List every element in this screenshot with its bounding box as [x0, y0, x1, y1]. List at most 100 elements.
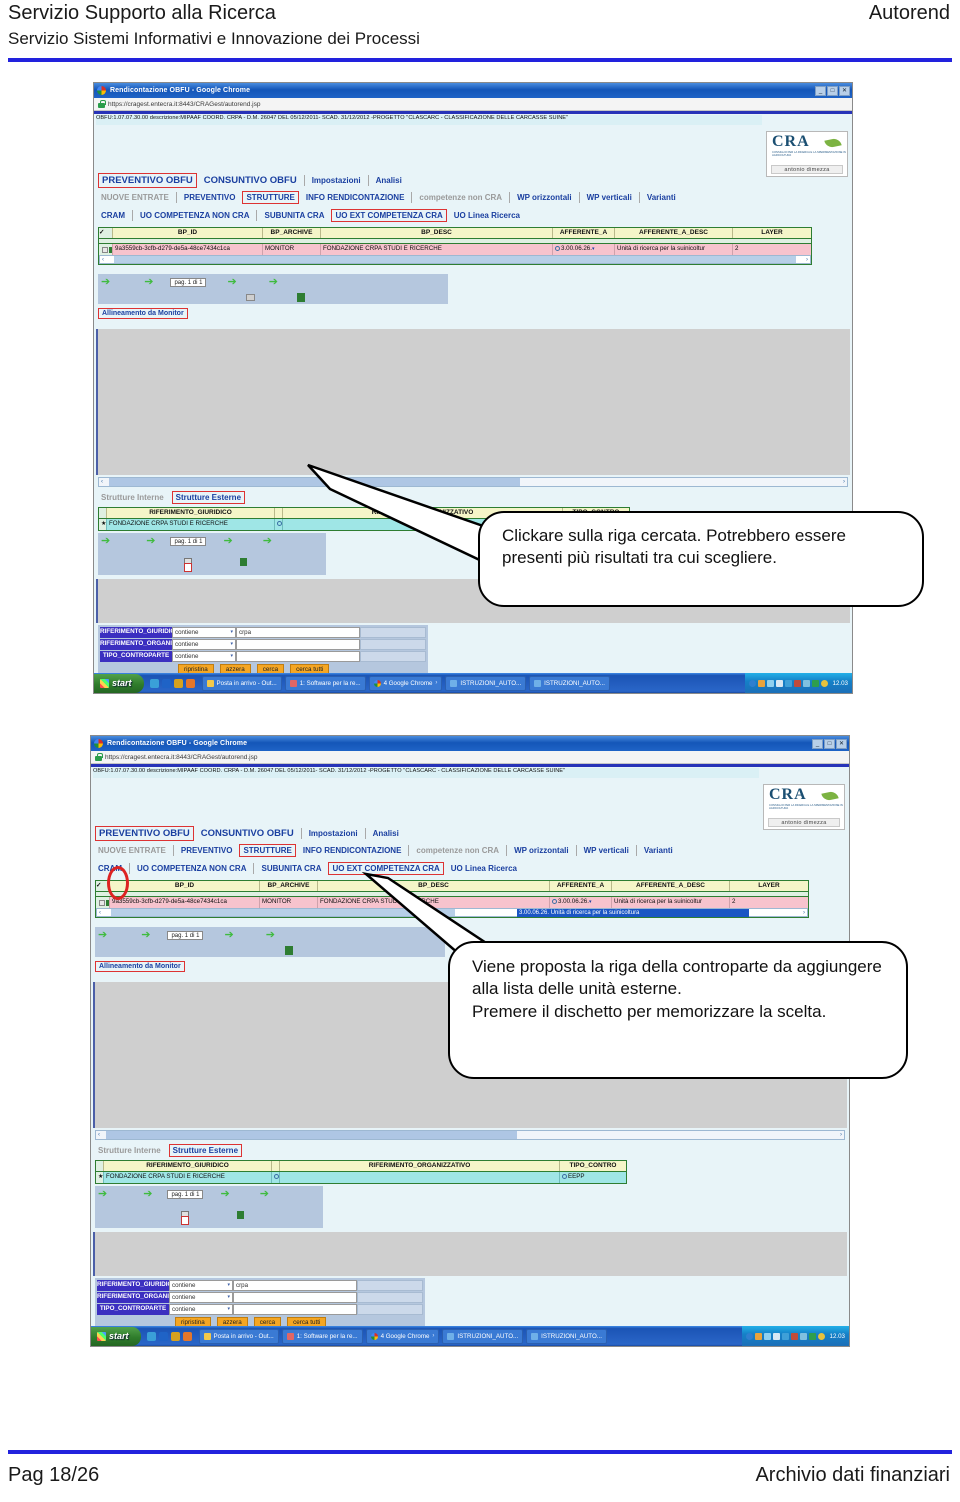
- scroll-right-icon[interactable]: ›: [838, 1132, 844, 1138]
- select-all-checkbox[interactable]: ✓: [99, 228, 113, 238]
- taskbar-clock[interactable]: 12.03: [830, 1333, 845, 1340]
- lens-cell[interactable]: [275, 519, 283, 530]
- scroll-left-icon[interactable]: ‹: [96, 1132, 102, 1138]
- filter-operator-riferimento-giuridico[interactable]: contiene: [169, 1280, 233, 1291]
- tab-subunita-cra[interactable]: SUBUNITA CRA: [258, 863, 324, 874]
- tab-analisi[interactable]: Analisi: [370, 828, 402, 839]
- filter-operator-riferimento-organizzativo[interactable]: contiene: [169, 1292, 233, 1303]
- tab-preventivo[interactable]: PREVENTIVO: [181, 192, 239, 203]
- scroll-right-icon[interactable]: ›: [804, 257, 810, 263]
- taskbar-item-outlook[interactable]: Posta in arrivo - Out...: [198, 1328, 279, 1344]
- pdf-export-icon[interactable]: [181, 1216, 189, 1225]
- scroll-left-icon[interactable]: ‹: [99, 479, 105, 485]
- tab-impostazioni[interactable]: Impostazioni: [306, 828, 361, 839]
- start-button[interactable]: start: [91, 1326, 141, 1346]
- scroll-thumb[interactable]: [106, 1131, 518, 1139]
- filter-value-riferimento-giuridico[interactable]: crpa: [233, 1280, 357, 1291]
- tab-strutture[interactable]: STRUTTURE: [242, 191, 299, 204]
- close-icon[interactable]: ✕: [836, 738, 847, 749]
- next-page-icon[interactable]: ➔: [220, 535, 235, 547]
- tab-wp-orizzontali[interactable]: WP orizzontali: [511, 845, 572, 856]
- tray-update-icon[interactable]: [799, 1332, 807, 1340]
- bp-grid-hscrollbar[interactable]: ‹ ›: [99, 255, 811, 264]
- maximize-icon[interactable]: □: [827, 85, 838, 96]
- prev-page-icon[interactable]: ➔: [141, 276, 156, 288]
- filter-operator-riferimento-organizzativo[interactable]: contiene: [172, 639, 236, 650]
- tray-antivirus-icon[interactable]: [790, 1332, 798, 1340]
- row-checkbox[interactable]: [99, 899, 105, 906]
- taskbar-item-istruzioni-1[interactable]: ISTRUZIONI_AUTO...: [445, 675, 527, 691]
- tray-chevron-icon[interactable]: [748, 679, 756, 687]
- ie-icon[interactable]: [158, 1331, 168, 1341]
- prev-page-icon[interactable]: ➔: [138, 929, 153, 941]
- tray-warning-icon[interactable]: [817, 1332, 825, 1340]
- row-checkbox[interactable]: [102, 246, 108, 253]
- desktop-icon[interactable]: [149, 678, 159, 688]
- last-page-icon[interactable]: ➔: [263, 929, 278, 941]
- taskbar-item-chrome[interactable]: 4 Google Chrome ›: [368, 675, 443, 691]
- browser-address-bar[interactable]: https://cragest.entecra.it:8443/CRAGest/…: [91, 751, 849, 764]
- scroll-right-icon[interactable]: ›: [801, 910, 807, 916]
- tab-competenze-non-cra[interactable]: competenze non CRA: [416, 192, 505, 203]
- tab-strutture-esterne[interactable]: Strutture Esterne: [168, 1144, 243, 1157]
- media-icon[interactable]: [170, 1331, 180, 1341]
- search-lens-icon[interactable]: [555, 246, 560, 251]
- tab-strutture-interne[interactable]: Strutture Interne: [98, 492, 167, 503]
- excel-export-icon[interactable]: [240, 558, 247, 566]
- filter-operator-tipo-controparte[interactable]: contiene: [172, 651, 236, 662]
- scroll-left-icon[interactable]: ‹: [97, 910, 103, 916]
- taskbar-item-istruzioni-2[interactable]: ISTRUZIONI_AUTO...: [529, 675, 610, 691]
- taskbar-item-chrome[interactable]: 4 Google Chrome ›: [365, 1328, 440, 1344]
- tab-wp-verticali[interactable]: WP verticali: [581, 845, 632, 856]
- tab-strutture-interne[interactable]: Strutture Interne: [95, 1145, 164, 1156]
- filter-value-tipo-controparte[interactable]: [233, 1304, 357, 1315]
- filter-operator-tipo-controparte[interactable]: contiene: [169, 1304, 233, 1315]
- tray-volume-icon[interactable]: [772, 1332, 780, 1340]
- tray-shield-icon[interactable]: [754, 1332, 762, 1340]
- scroll-left-icon[interactable]: ‹: [100, 257, 106, 263]
- tab-wp-verticali[interactable]: WP verticali: [584, 192, 635, 203]
- tray-update-icon[interactable]: [802, 679, 810, 687]
- table-row[interactable]: ★ FONDAZIONE CRPA STUDI E RICERCHE EEPP: [96, 1172, 626, 1183]
- tab-info-rendicontazione[interactable]: INFO RENDICONTAZIONE: [303, 192, 408, 203]
- excel-export-icon[interactable]: [237, 1211, 244, 1219]
- tab-uo-ext-competenza-cra[interactable]: UO EXT COMPETENZA CRA: [331, 209, 447, 222]
- tab-nuove-entrate[interactable]: NUOVE ENTRATE: [95, 845, 169, 856]
- tab-uo-competenza-non-cra[interactable]: UO COMPETENZA NON CRA: [134, 863, 249, 874]
- lens-cell[interactable]: [272, 1172, 280, 1183]
- browser-address-bar[interactable]: https://cragest.entecra.it:8443/CRAGest/…: [94, 98, 852, 111]
- tab-consuntivo-obfu[interactable]: CONSUNTIVO OBFU: [198, 827, 297, 840]
- filter-value-riferimento-giuridico[interactable]: crpa: [236, 627, 360, 638]
- tab-info-rendicontazione[interactable]: INFO RENDICONTAZIONE: [300, 845, 405, 856]
- minimize-icon[interactable]: _: [815, 85, 826, 96]
- tab-strutture-esterne[interactable]: Strutture Esterne: [171, 491, 246, 504]
- minimize-icon[interactable]: _: [812, 738, 823, 749]
- tab-strutture[interactable]: STRUTTURE: [239, 844, 296, 857]
- tray-sync-icon[interactable]: [781, 1332, 789, 1340]
- maximize-icon[interactable]: □: [824, 738, 835, 749]
- desktop-icon[interactable]: [146, 1331, 156, 1341]
- next-page-icon[interactable]: ➔: [221, 929, 236, 941]
- tab-varianti[interactable]: Varianti: [644, 192, 679, 203]
- last-page-icon[interactable]: ➔: [266, 276, 281, 288]
- export-flag-icon[interactable]: [285, 945, 293, 955]
- chevron-down-icon[interactable]: ▾: [589, 897, 592, 907]
- tab-uo-competenza-non-cra[interactable]: UO COMPETENZA NON CRA: [137, 210, 252, 221]
- taskbar-item-istruzioni-1[interactable]: ISTRUZIONI_AUTO...: [442, 1328, 524, 1344]
- pdf-export-icon[interactable]: [184, 563, 192, 572]
- tray-ok-icon[interactable]: [811, 679, 819, 687]
- tab-varianti[interactable]: Varianti: [641, 845, 676, 856]
- tab-impostazioni[interactable]: Impostazioni: [309, 175, 364, 186]
- tray-sync-icon[interactable]: [784, 679, 792, 687]
- allineamento-da-monitor-button[interactable]: Allineamento da Monitor: [95, 961, 185, 972]
- tray-ok-icon[interactable]: [808, 1332, 816, 1340]
- firefox-icon[interactable]: [185, 678, 195, 688]
- prev-page-icon[interactable]: ➔: [143, 535, 158, 547]
- filter-value-tipo-controparte[interactable]: [236, 651, 360, 662]
- chevron-right-icon[interactable]: ›: [432, 1333, 434, 1339]
- first-page-icon[interactable]: ➔: [98, 276, 113, 288]
- last-page-icon[interactable]: ➔: [257, 1188, 272, 1200]
- row-select-cell[interactable]: [99, 244, 113, 255]
- filter-value-riferimento-organizzativo[interactable]: [233, 1292, 357, 1303]
- tab-competenze-non-cra[interactable]: competenze non CRA: [413, 845, 502, 856]
